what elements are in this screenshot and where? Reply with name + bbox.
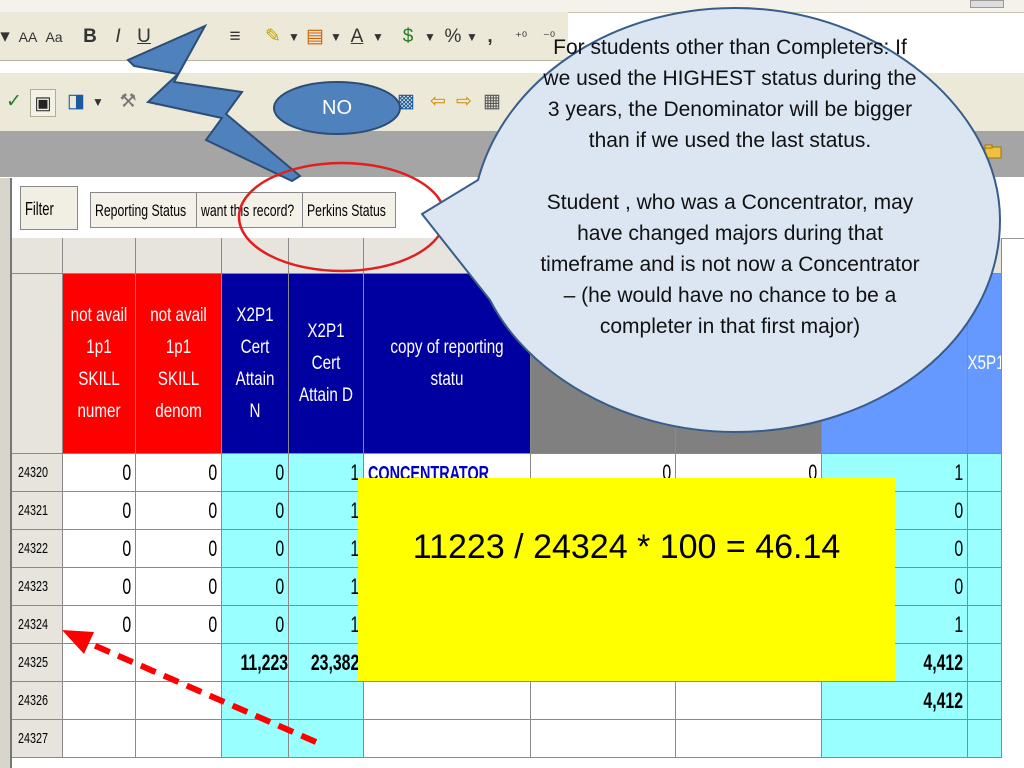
callout-text: For students other than Completers: If w… xyxy=(540,32,920,342)
formula-highlight-box xyxy=(358,478,895,681)
highlight-ellipse-shape xyxy=(237,161,447,273)
callout-paragraph-1: For students other than Completers: If w… xyxy=(543,36,917,152)
no-label: NO xyxy=(322,97,352,119)
formula-text: 11223 / 24324 * 100 = 46.14 xyxy=(412,528,841,566)
dashed-arrow-line xyxy=(80,637,318,745)
callout-paragraph-2: Student , who was a Concentrator, may ha… xyxy=(540,191,920,338)
arrowhead-shape xyxy=(62,630,94,654)
